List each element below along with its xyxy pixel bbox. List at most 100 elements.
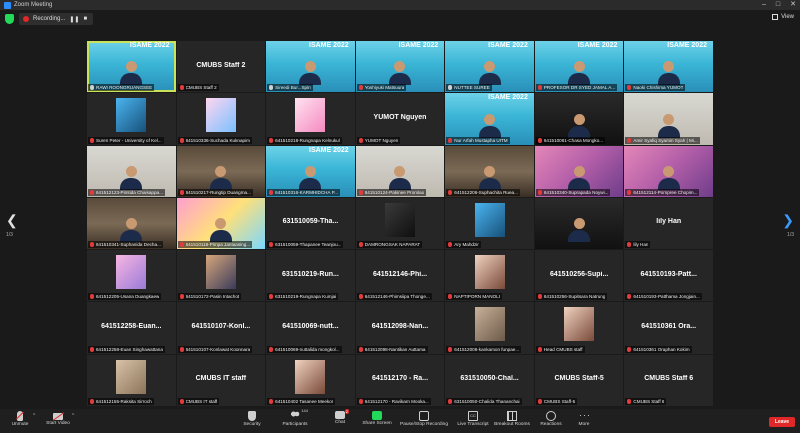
participant-name-tag: 641510316-KARMHIDCHA P... (267, 188, 340, 196)
participant-tile[interactable]: lily Han lily Han (624, 197, 713, 250)
participant-name-tag: 641510341-Suphanida Decha... (88, 241, 163, 249)
muted-mic-icon (17, 411, 23, 421)
participant-tile[interactable]: ISAME 2022 641510316-KARMHIDCHA P... (266, 145, 355, 197)
participant-tile[interactable]: Suren Peter - University of Kel... (87, 93, 176, 145)
participant-tile[interactable]: 641512205-Usana Duangkaew (87, 250, 176, 302)
participant-tile[interactable]: Amir Syafiq Syamin Syah | Mi... (624, 93, 713, 145)
participant-tile[interactable]: YUMOT Nguyen YUMOT Nguyen (355, 93, 445, 145)
participant-tile[interactable]: ISAME 2022 Yoshiyuki Matsuura (355, 41, 445, 93)
close-icon[interactable]: ✕ (790, 1, 796, 9)
participant-tile[interactable]: Head CMUBS staff (534, 302, 624, 354)
mic-muted-icon (448, 346, 453, 352)
participant-name-tag: 641510336-Suchada Kuknapim (177, 136, 252, 144)
participant-tile[interactable]: 641512155-Raksita Sirroch (87, 354, 176, 406)
participant-tile[interactable]: 641510172-Pasin Intachot (176, 250, 266, 302)
recording-controls-label: Pause/Stop Recording (400, 422, 448, 427)
participant-tile[interactable]: 641512146-Phi... 641512146-Phimsiipa Thon… (355, 250, 445, 302)
participant-name: Yoshiyuki Matsuura (364, 85, 405, 91)
participant-tile[interactable]: 641510256-Supi... 641510256-Supitsara Nat… (534, 250, 624, 302)
participant-tile[interactable]: 641510341-Suphanida Decha... (87, 197, 176, 250)
participant-tile[interactable]: CMUBS IT staff CMUBS IT staff (176, 354, 266, 406)
participant-name: 641512146-Phimsiipa Thonge... (364, 294, 430, 300)
minimize-icon[interactable]: – (762, 1, 766, 9)
security-button[interactable]: Security (232, 411, 272, 427)
participant-tile[interactable]: NAPTIPORN MANOLI (445, 250, 534, 302)
pause-recording-icon[interactable]: ❚❚ (69, 16, 79, 23)
participant-name: 641512155-Raksita Sirroch (96, 398, 152, 404)
prev-page-icon[interactable]: ❮ (6, 212, 18, 229)
mic-muted-icon (627, 242, 632, 248)
title-bar: Zoom Meeting – □ ✕ (0, 0, 800, 10)
participant-video (299, 61, 322, 86)
encryption-shield-icon[interactable] (5, 14, 14, 24)
participant-tile[interactable]: 641512008-kankamon funpae... (445, 302, 534, 354)
participants-button[interactable]: 144 Participants (275, 408, 315, 427)
participant-tile[interactable]: 641510069-nutt... 641510069-nuttalida mon… (266, 302, 355, 354)
more-button[interactable]: ··· More (564, 411, 604, 428)
participant-tile[interactable]: ISAME 2022 Nur Arfah Mustapha UITM (445, 93, 534, 145)
participant-tile[interactable]: CMUBS Staff 6 CMUBS Staff 6 (624, 354, 713, 406)
chat-button[interactable]: 2 Chat (320, 409, 360, 425)
participant-tile[interactable]: 641510217-Rungtip Duangma... (176, 145, 266, 197)
participant-tile[interactable]: 641512098-Nan... 641512098-Nantikan Autta… (355, 302, 445, 354)
participant-name-tag: 641512170 - Ravikarn Mooka... (356, 397, 431, 405)
participant-name: 641510217-Rungtip Duangma... (185, 189, 251, 195)
participant-tile[interactable]: 641510361 Ora... 641510361 Oraphan Kokim (624, 302, 713, 354)
participant-name-tag: 641512008-kankamon funpae... (446, 345, 522, 353)
participant-tile[interactable]: DAMRONGSAK NAPARAT (355, 197, 445, 250)
participant-tile[interactable]: 641512206-Suphachita Ruea... (445, 145, 534, 197)
participant-tile[interactable]: ISAME 2022 PROFESOR DR SYED JAMAL A... (534, 41, 624, 93)
participant-tile[interactable] (534, 197, 624, 250)
share-screen-button[interactable]: Share Screen (357, 411, 397, 426)
participant-name: 641510336-Suchada Kuknapim (185, 137, 250, 143)
participant-tile[interactable]: 631510050-Chal... 631510050-Chalida Thana… (445, 354, 534, 406)
participant-tile[interactable]: 641510336-Suchada Kuknapim (176, 93, 266, 145)
participant-tile[interactable]: Ary Mahdzir (445, 197, 534, 250)
participant-tile[interactable]: 641512170 - Ra... 641512170 - Ravikarn Mo… (355, 354, 445, 406)
participant-tile[interactable]: 641510193-Patt... 641510193-Patthama Jong… (624, 250, 713, 302)
participant-tile[interactable]: ISAME 2022 Sireedi Bur...Spin (266, 41, 355, 93)
participant-tile[interactable]: 641512258-Euan... 641512258-Euan Singhawa… (87, 302, 176, 354)
participant-tile[interactable]: 641510124-Pakinee Promlao (355, 145, 445, 197)
breakout-rooms-button[interactable]: Breakout Rooms (492, 411, 532, 427)
pause-stop-recording-button[interactable]: Pause/Stop Recording (400, 411, 448, 427)
mic-muted-icon (90, 189, 94, 195)
participant-tile[interactable]: ISAME 2022 NUTTEE SUREE (445, 41, 534, 93)
participant-tile[interactable]: 631510059-Tha... 631510059-Thapanee Teanj… (266, 197, 355, 250)
participant-tile[interactable]: 631510219-Run... 631510219-Rungnapa Kumja… (266, 250, 355, 302)
mic-muted-icon (358, 85, 363, 91)
video-options-caret-icon[interactable]: ^ (72, 413, 74, 419)
participant-name: Suren Peter - University of Kel... (96, 137, 162, 143)
participant-tile[interactable]: 641510107-Konl... 641510107-Konlawat Koon… (176, 302, 266, 354)
participant-name: 641512123-Pimtida Chaisappa... (96, 189, 163, 195)
audio-options-caret-icon[interactable]: ^ (33, 413, 35, 419)
participant-tile[interactable]: 641510218-Rungnapa Kelnukul (266, 93, 355, 145)
leave-button[interactable]: Leave (769, 417, 795, 427)
live-transcript-button[interactable]: CC Live Transcript (453, 411, 493, 427)
profile-picture (295, 359, 326, 394)
participant-tile[interactable]: 641510402 Tasanee Meekor (266, 354, 355, 406)
participant-name: CMUBS IT staff (185, 398, 218, 404)
participant-tile[interactable]: ISAME 2022 Naoki Chishima YUMOT (624, 41, 713, 93)
mic-muted-icon (269, 398, 274, 404)
participant-tile[interactable]: CMUBS Staff 2 CMUBS Staff 2 (176, 41, 266, 93)
stop-recording-icon[interactable]: ■ (81, 16, 89, 22)
mic-muted-icon (537, 137, 542, 143)
participant-tile[interactable]: CMUBS Staff-5 CMUBS Staff-5 (534, 354, 624, 406)
participant-tile[interactable]: 641510118-Pimpa Jantaasing... (176, 197, 266, 250)
view-button[interactable]: View (772, 14, 794, 20)
participant-name: DAMRONGSAK NAPARAT (364, 242, 421, 248)
participant-name-tag: 641510340-Suprapada Noywi... (535, 188, 611, 196)
maximize-icon[interactable]: □ (776, 1, 780, 9)
next-page-icon[interactable]: ❯ (782, 212, 794, 229)
participant-tile[interactable]: 641510340-Suprapada Noywi... (534, 145, 624, 197)
mic-on-icon (448, 85, 453, 91)
start-video-label: Start Video (46, 421, 70, 426)
participant-video (478, 113, 501, 138)
conference-banner: ISAME 2022 (309, 146, 349, 154)
participant-tile[interactable]: 641510061-Chasa Mongko... (534, 93, 624, 145)
participant-tile[interactable]: ISAME 2022 RAWI ROONGRUANGSEE (87, 41, 176, 93)
participant-tile[interactable]: 641512114-Pornpree Chopim... (624, 145, 713, 197)
participant-tile[interactable]: 641512123-Pimtida Chaisappa... (87, 145, 176, 197)
participant-name-tag: 641510172-Pasin Intachot (177, 293, 242, 301)
